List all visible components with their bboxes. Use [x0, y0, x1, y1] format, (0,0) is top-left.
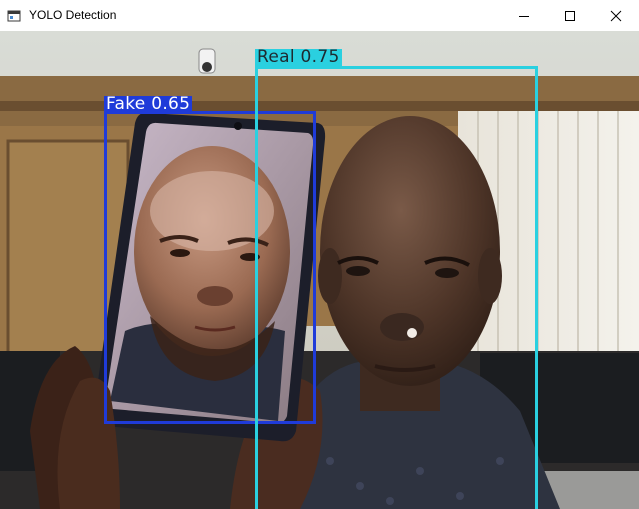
camera-feed: Fake 0.65 Real 0.75 — [0, 31, 639, 509]
yolo-detection-window: YOLO Detection Fake 0.65 Real 0.75 — [0, 0, 639, 509]
minimize-icon — [519, 15, 529, 17]
fake-detection-label: Fake 0.65 — [104, 94, 193, 114]
close-button[interactable] — [593, 0, 639, 31]
minimize-button[interactable] — [501, 0, 547, 31]
real-detection-label: Real 0.75 — [255, 47, 342, 67]
real-detection-box — [255, 66, 538, 509]
close-icon — [610, 10, 622, 21]
title-bar[interactable]: YOLO Detection — [0, 0, 639, 31]
maximize-icon — [565, 10, 575, 21]
maximize-button[interactable] — [547, 0, 593, 31]
app-window-icon — [7, 8, 21, 22]
window-title: YOLO Detection — [29, 8, 117, 22]
